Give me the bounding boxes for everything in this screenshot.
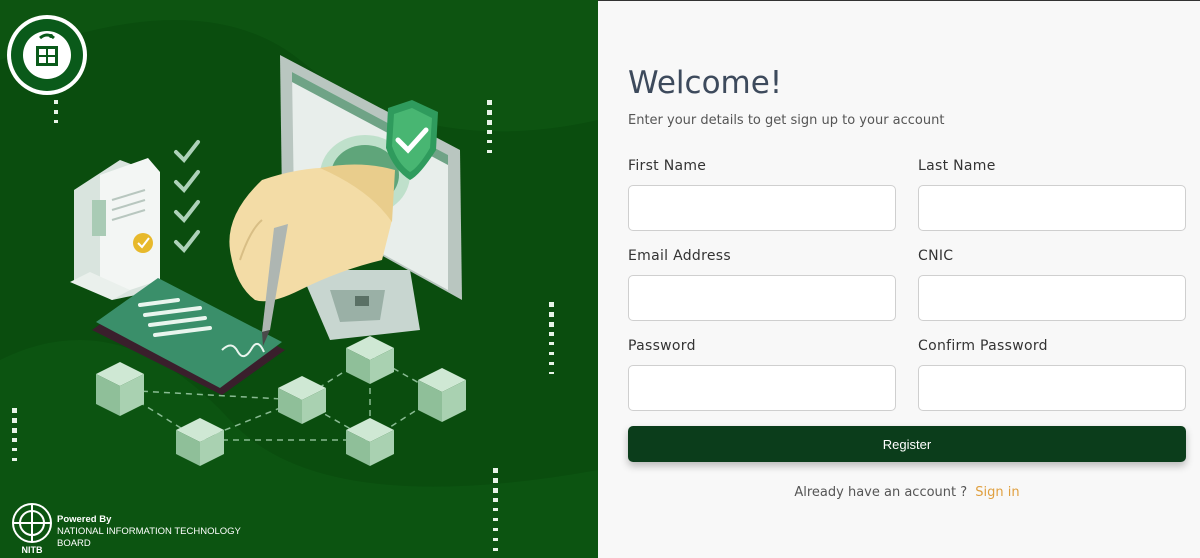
page-title: Welcome! [628,65,783,101]
first-name-input[interactable] [628,185,896,231]
powered-by-label: Powered By [57,514,112,525]
email-label: Email Address [628,248,731,264]
cnic-label: CNIC [918,248,954,264]
last-name-label: Last Name [918,158,996,174]
password-input[interactable] [628,365,896,411]
cnic-input[interactable] [918,275,1186,321]
checklist-icon [174,140,200,254]
confirm-password-label: Confirm Password [918,338,1048,354]
org-name: NATIONAL INFORMATION TECHNOLOGY [57,526,241,537]
have-account-text: Already have an account ? [794,485,968,500]
first-name-label: First Name [628,158,707,174]
signup-form-panel: Welcome! Enter your details to get sign … [598,0,1200,558]
page-subtitle: Enter your details to get sign up to you… [628,113,945,128]
signup-illustration [0,0,598,558]
confirm-password-input[interactable] [918,365,1186,411]
nitb-logo: NITB [12,503,52,555]
email-input[interactable] [628,275,896,321]
last-name-input[interactable] [918,185,1186,231]
register-button[interactable]: Register [628,426,1186,462]
illustration-panel: NITB Powered By NATIONAL INFORMATION TEC… [0,0,598,558]
powered-by-text: Powered By NATIONAL INFORMATION TECHNOLO… [57,514,241,550]
document-illustration [70,158,160,300]
signin-link[interactable]: Sign in [975,485,1019,500]
password-label: Password [628,338,696,354]
nitb-logo-text: NITB [22,545,43,555]
signin-row: Already have an account ? Sign in [628,485,1186,500]
ministry-emblem-logo [7,15,87,95]
org-name-2: BOARD [57,538,91,549]
